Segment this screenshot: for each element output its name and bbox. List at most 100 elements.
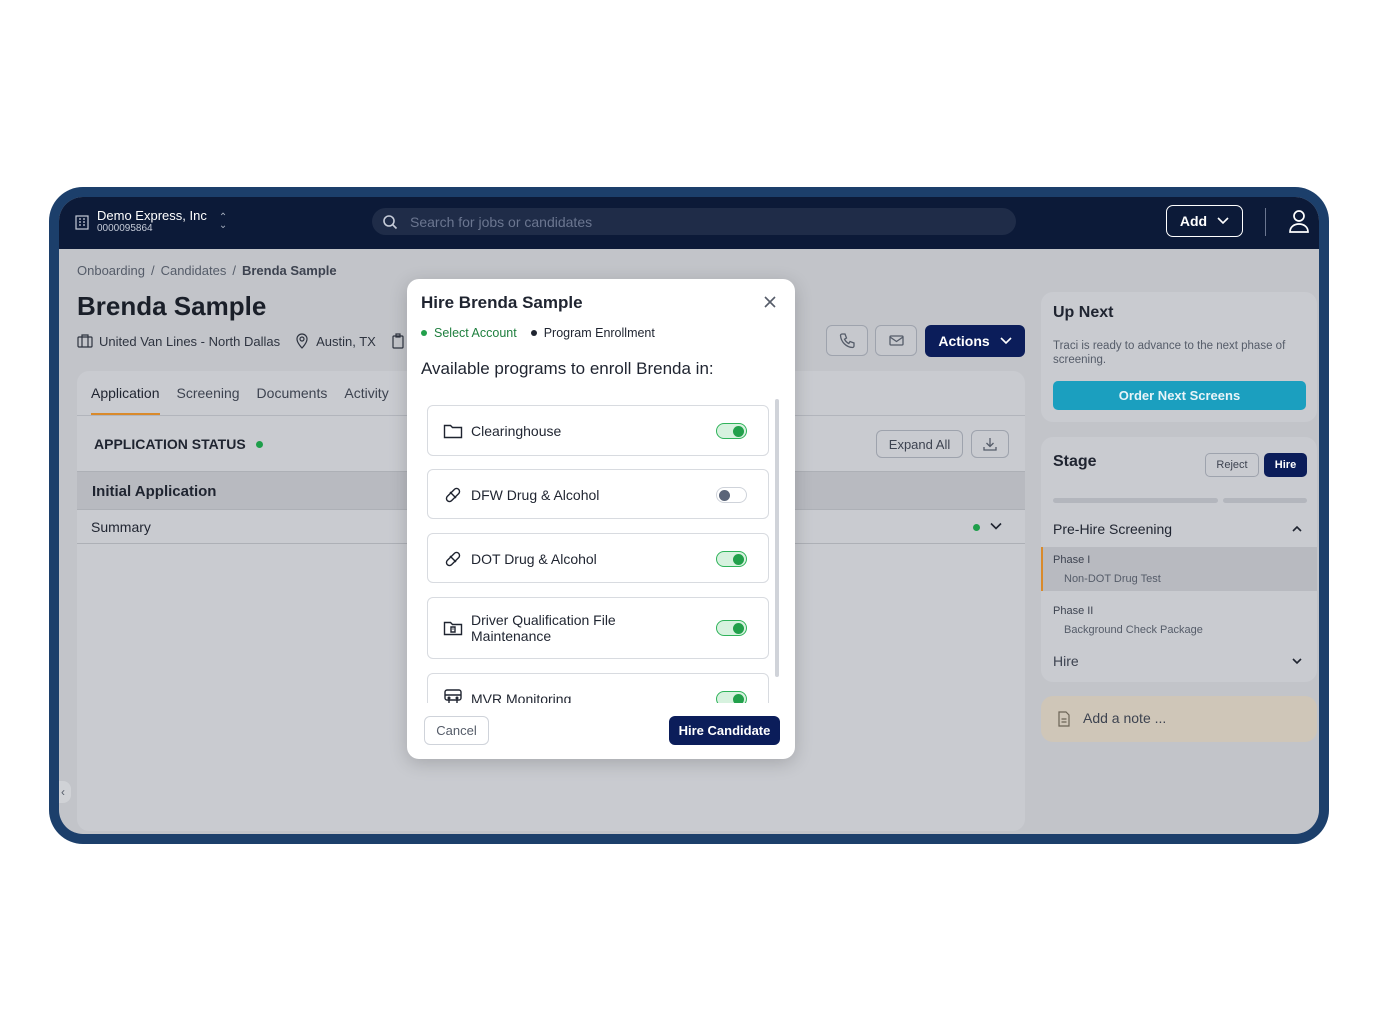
hire-stage-row[interactable]: Hire [1053,653,1079,669]
cancel-button[interactable]: Cancel [424,716,489,745]
actions-button[interactable]: Actions [925,325,1025,357]
download-button[interactable] [971,430,1009,458]
pill-icon [445,551,461,567]
phase-item[interactable]: Phase I Non-DOT Drug Test [1041,547,1317,591]
truck-icon [444,689,462,703]
tab-screening[interactable]: Screening [177,385,240,415]
application-status: APPLICATION STATUS [94,436,263,452]
expand-all-button[interactable]: Expand All [876,430,963,458]
close-icon[interactable] [763,295,777,309]
email-button[interactable] [875,325,917,356]
program-toggle[interactable] [716,551,747,567]
org-id: 0000095864 [97,223,153,234]
chevron-down-icon [1000,337,1012,345]
download-icon [983,438,997,451]
program-list: Clearinghouse DFW Drug & Alcohol DOT Dru… [427,405,769,703]
modal-scrollbar[interactable] [775,399,779,677]
location-pin-icon [296,333,308,349]
breadcrumb-current: Brenda Sample [241,263,337,278]
building-icon [75,214,89,230]
status-dot [973,524,980,531]
section-title: Initial Application [92,483,217,500]
status-dot [255,440,263,448]
chevron-down-icon[interactable] [989,519,1003,533]
stage-title: Stage [1053,453,1097,470]
chevron-updown-icon: ⌃ ⌄ [218,211,228,231]
breadcrumb-candidates[interactable]: Candidates [161,263,227,278]
step-label: Select Account [434,326,517,340]
search-input[interactable] [410,213,990,230]
modal-steps: Select Account Program Enrollment [421,326,655,340]
tab-documents[interactable]: Documents [257,385,328,415]
hire-button[interactable]: Hire [1264,453,1307,477]
pill-icon [445,487,461,503]
user-icon[interactable] [1288,209,1310,233]
step-label: Program Enrollment [543,326,655,340]
program-label: Driver Qualification File Maintenance [471,612,616,644]
clipboard-icon [392,333,404,349]
stage-progress-segment [1223,498,1307,503]
folder-file-icon [443,621,463,636]
breadcrumb-onboarding[interactable]: Onboarding [77,263,145,278]
program-toggle[interactable] [716,423,747,439]
mail-icon [888,335,904,346]
up-next-text: Traci is ready to advance to the next ph… [1053,340,1286,366]
pre-hire-screening-header[interactable]: Pre-Hire Screening [1053,521,1172,537]
program-item-clearinghouse: Clearinghouse [427,405,769,456]
call-button[interactable] [826,325,868,356]
add-note-label: Add a note ... [1083,710,1167,726]
chevron-down-icon [1217,217,1229,225]
actions-label: Actions [938,333,990,349]
program-item-driver-qualification: Driver Qualification File Maintenance [427,597,769,659]
tab-activity[interactable]: Activity [344,385,388,415]
stage-progress-segment [1053,498,1218,503]
modal-title: Hire Brenda Sample [421,293,583,312]
phase-desc: Non-DOT Drug Test [1064,573,1161,585]
program-label: DFW Drug & Alcohol [471,487,600,503]
program-toggle[interactable] [716,620,747,636]
program-toggle[interactable] [716,487,747,503]
collapse-sidebar-icon[interactable]: ‹ [59,781,71,803]
program-toggle[interactable] [716,691,747,703]
order-next-screens-button[interactable]: Order Next Screens [1053,381,1306,410]
up-next-card: Up Next Traci is ready to advance to the… [1041,292,1317,422]
step-select-account[interactable]: Select Account [421,326,517,340]
phase-label[interactable]: Phase II [1053,605,1093,617]
phone-icon [839,333,855,349]
candidate-company: United Van Lines - North Dallas [99,333,281,349]
stage-card: Stage Reject Hire Pre-Hire Screening Pha… [1041,437,1317,682]
org-switcher[interactable]: Demo Express, Inc 0000095864 ⌃ ⌄ [75,208,227,235]
search-bar[interactable] [372,208,1016,235]
folder-icon [443,424,463,439]
divider [1265,208,1266,236]
candidate-location: Austin, TX [316,333,376,349]
add-button[interactable]: Add [1166,205,1243,237]
up-next-title: Up Next [1053,304,1114,321]
add-button-label: Add [1179,213,1208,229]
top-bar: Demo Express, Inc 0000095864 ⌃⌄ Add [59,197,1319,249]
search-icon [383,214,398,229]
phase-label: Phase I [1053,554,1091,566]
hire-candidate-button[interactable]: Hire Candidate [669,716,780,745]
breadcrumb: Onboarding / Candidates / Brenda Sample [77,263,337,278]
chevron-up-icon[interactable] [1291,523,1303,535]
application-status-label: APPLICATION STATUS [94,436,246,452]
modal-subtitle: Available programs to enroll Brenda in: [421,359,714,378]
program-item-mvr-monitoring: MVR Monitoring [427,673,769,703]
program-item-dfw-drug-alcohol: DFW Drug & Alcohol [427,469,769,519]
hire-modal: Hire Brenda Sample Select Account Progra… [407,279,795,759]
page-title: Brenda Sample [77,291,267,321]
program-item-dot-drug-alcohol: DOT Drug & Alcohol [427,533,769,583]
summary-label: Summary [91,519,151,535]
program-label: Clearinghouse [471,423,562,439]
step-program-enrollment: Program Enrollment [530,326,655,340]
add-note-button[interactable]: Add a note ... [1041,696,1317,742]
program-label: DOT Drug & Alcohol [471,551,597,567]
program-label: MVR Monitoring [471,691,572,703]
reject-button[interactable]: Reject [1205,453,1259,477]
org-name: Demo Express, Inc [97,208,207,223]
candidate-meta: United Van Lines - North Dallas Austin, … [77,333,420,349]
chevron-down-icon[interactable] [1291,655,1303,667]
briefcase-icon [77,334,93,348]
tab-application[interactable]: Application [91,385,160,415]
